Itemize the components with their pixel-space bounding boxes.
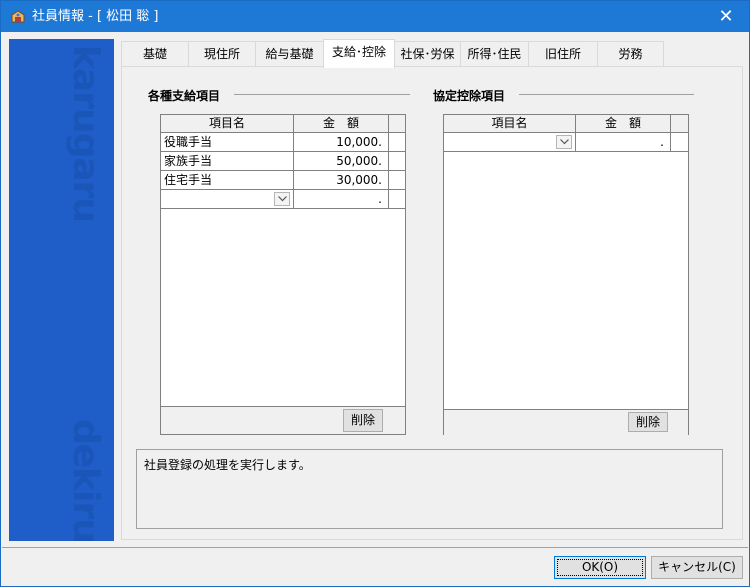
app-icon xyxy=(10,9,26,25)
item-name-cell[interactable]: 住宅手当 xyxy=(161,171,294,189)
item-name-dropdown-cell[interactable] xyxy=(161,190,294,208)
ok-button[interactable]: OK(O) xyxy=(554,556,646,579)
tab-shotoku-jumin[interactable]: 所得･住民 xyxy=(460,41,529,67)
allowance-grid-footer: 削除 xyxy=(161,406,405,434)
deduction-section-title: 協定控除項目 xyxy=(433,89,506,103)
tab-kiso[interactable]: 基礎 xyxy=(121,41,189,67)
footer-divider xyxy=(2,547,748,548)
new-entry-row[interactable]: . xyxy=(161,190,405,209)
allowance-divider xyxy=(234,94,410,95)
tab-shikyu-kojo[interactable]: 支給･控除 xyxy=(323,39,395,68)
amount-cell[interactable]: 30,000. xyxy=(294,171,389,189)
deduction-divider xyxy=(519,94,694,95)
column-header-amount[interactable]: 金 額 xyxy=(576,115,671,133)
allowance-grid[interactable]: 項目名 金 額 役職手当 10,000. 家族手当 50,000. 住宅手当 3… xyxy=(160,114,406,435)
employee-info-window: 社員情報 - [ 松田 聡 ] ✕ karugaru dekiru 基礎 現住所… xyxy=(0,0,750,587)
deduction-grid[interactable]: 項目名 金 額 . 削除 xyxy=(443,114,689,437)
allowance-delete-button[interactable]: 削除 xyxy=(343,409,383,432)
table-row[interactable]: 家族手当 50,000. xyxy=(161,152,405,171)
focus-rect xyxy=(557,559,643,576)
close-button[interactable]: ✕ xyxy=(703,1,749,32)
amount-cell[interactable]: 50,000. xyxy=(294,152,389,170)
amount-cell[interactable]: 10,000. xyxy=(294,133,389,151)
brand-logo-top: karugaru xyxy=(65,45,106,223)
column-header-item-name[interactable]: 項目名 xyxy=(444,115,576,133)
brand-logo-bottom: dekiru xyxy=(65,419,106,541)
allowance-grid-header: 項目名 金 額 xyxy=(161,115,405,133)
tab-genjusho[interactable]: 現住所 xyxy=(188,41,256,67)
status-message: 社員登録の処理を実行します。 xyxy=(144,458,311,472)
chevron-down-icon[interactable] xyxy=(274,192,290,206)
column-header-item-name[interactable]: 項目名 xyxy=(161,115,294,133)
chevron-down-icon[interactable] xyxy=(556,135,572,149)
amount-cell[interactable]: . xyxy=(294,190,389,208)
table-row[interactable]: 役職手当 10,000. xyxy=(161,133,405,152)
amount-cell[interactable]: . xyxy=(576,133,671,151)
column-header-amount[interactable]: 金 額 xyxy=(294,115,389,133)
tab-shaho-roho[interactable]: 社保･労保 xyxy=(394,41,461,67)
deduction-delete-button[interactable]: 削除 xyxy=(628,412,668,432)
table-row[interactable]: 住宅手当 30,000. xyxy=(161,171,405,190)
window-title: 社員情報 - [ 松田 聡 ] xyxy=(32,9,159,24)
item-name-dropdown-cell[interactable] xyxy=(444,133,576,151)
tab-kyuyo-kiso[interactable]: 給与基礎 xyxy=(255,41,324,67)
title-bar[interactable]: 社員情報 - [ 松田 聡 ] ✕ xyxy=(1,1,749,32)
cancel-button[interactable]: キャンセル(C) xyxy=(651,556,743,579)
deduction-grid-header: 項目名 金 額 xyxy=(444,115,688,133)
item-name-cell[interactable]: 家族手当 xyxy=(161,152,294,170)
allowance-section-title: 各種支給項目 xyxy=(148,89,221,103)
tab-romu[interactable]: 労務 xyxy=(597,41,664,67)
item-name-cell[interactable]: 役職手当 xyxy=(161,133,294,151)
tab-kyujusho[interactable]: 旧住所 xyxy=(528,41,598,67)
brand-strip: karugaru dekiru xyxy=(9,39,114,541)
new-entry-row[interactable]: . xyxy=(444,133,688,152)
deduction-grid-footer: 削除 xyxy=(444,409,688,437)
status-message-box: 社員登録の処理を実行します。 xyxy=(136,449,723,529)
